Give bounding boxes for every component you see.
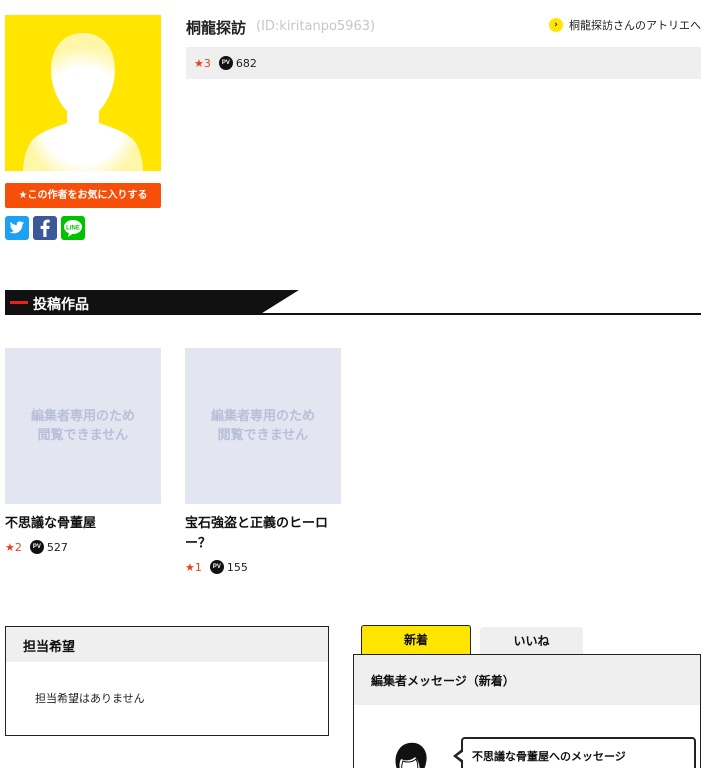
pv-value: 527: [46, 540, 68, 554]
author-avatar: [5, 15, 161, 171]
person-silhouette-icon: [23, 33, 143, 171]
message-bubble[interactable]: 不思議な骨董屋へのメッセージ: [453, 737, 696, 768]
pv-icon: PV: [29, 540, 44, 554]
editor-messages-title: 編集者メッセージ（新着）: [354, 655, 700, 705]
work-stats: ★2 PV 527: [5, 540, 161, 554]
work-stats: ★1 PV 155: [185, 560, 341, 574]
thumb-notice: 閲覧できません: [217, 428, 309, 443]
line-share-button[interactable]: LINE: [61, 216, 85, 240]
pv-icon: PV: [209, 560, 224, 574]
section-title: 投稿作品: [33, 297, 89, 313]
star-count: ★3: [194, 56, 211, 70]
pv-value: 155: [226, 560, 248, 574]
author-id: (ID:kiritanpo5963): [256, 19, 376, 34]
red-accent-bar: [10, 301, 28, 304]
tab-like[interactable]: いいね: [480, 627, 583, 655]
editor-request-message: 担当希望はありません: [35, 692, 145, 705]
thumb-notice: 閲覧できません: [37, 428, 129, 443]
editor-messages-panel: 編集者メッセージ（新着） 不思議な骨董屋へのメッセージ: [353, 654, 701, 768]
pv-count: PV 155: [209, 560, 248, 574]
author-name: 桐龍探訪: [186, 19, 247, 37]
atelier-link-label: 桐龍探訪さんのアトリエへ: [569, 19, 701, 32]
tab-new[interactable]: 新着: [361, 625, 471, 655]
svg-text:LINE: LINE: [66, 226, 80, 232]
pv-count: PV 682: [218, 56, 257, 70]
work-card[interactable]: 編集者専用のため 閲覧できません 不思議な骨董屋 ★2 PV 527: [5, 348, 161, 554]
facebook-icon: [40, 219, 50, 237]
line-icon: LINE: [64, 220, 82, 237]
work-title[interactable]: 宝石強盗と正義のヒーロー？: [185, 514, 341, 554]
work-thumbnail[interactable]: 編集者専用のため 閲覧できません: [5, 348, 161, 504]
pv-icon: PV: [218, 56, 233, 70]
twitter-icon: [9, 221, 25, 234]
editor-request-box: 担当希望 担当希望はありません: [5, 626, 329, 736]
work-card[interactable]: 編集者専用のため 閲覧できません 宝石強盗と正義のヒーロー？ ★1 PV 155: [185, 348, 341, 574]
author-stats: ★3 PV 682: [186, 47, 701, 79]
work-thumbnail[interactable]: 編集者専用のため 閲覧できません: [185, 348, 341, 504]
posted-works-header: 投稿作品: [5, 290, 701, 316]
star-count: ★2: [5, 540, 22, 554]
thumb-notice: 編集者専用のため: [30, 409, 135, 424]
work-title[interactable]: 不思議な骨董屋: [5, 514, 161, 534]
pv-count: PV 527: [29, 540, 68, 554]
twitter-share-button[interactable]: [5, 216, 29, 240]
thumb-notice: 編集者専用のため: [210, 409, 315, 424]
star-count: ★1: [185, 560, 202, 574]
chevron-right-icon: ›: [549, 18, 563, 32]
facebook-share-button[interactable]: [33, 216, 57, 240]
atelier-link[interactable]: › 桐龍探訪さんのアトリエへ: [549, 17, 701, 33]
favorite-author-button[interactable]: ★この作者をお気に入りする: [5, 183, 161, 208]
editor-avatar-icon: [395, 742, 427, 768]
editor-request-title: 担当希望: [6, 627, 328, 662]
pv-value: 682: [235, 56, 257, 70]
